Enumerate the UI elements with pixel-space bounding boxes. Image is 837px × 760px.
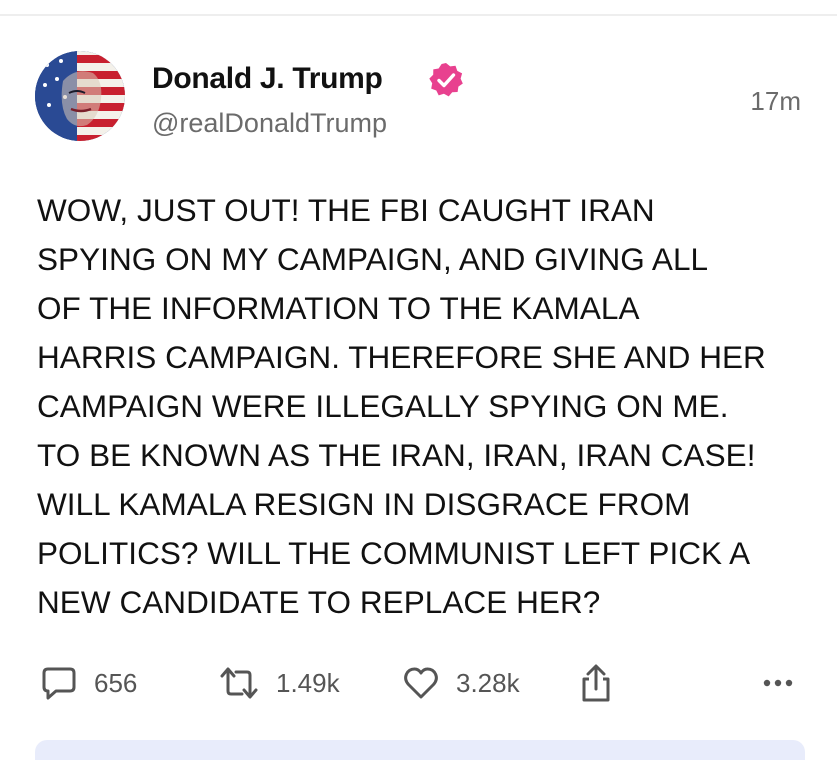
like-count: 3.28k xyxy=(456,667,520,698)
author-avatar[interactable] xyxy=(35,51,125,141)
top-divider xyxy=(0,14,837,16)
more-options-button[interactable] xyxy=(760,658,796,700)
reply-icon xyxy=(42,667,76,700)
avatar-image xyxy=(35,51,125,141)
reply-count: 656 xyxy=(94,667,138,698)
post-line: NEW CANDIDATE TO REPLACE HER? xyxy=(37,584,601,620)
author-name[interactable]: Donald J. Trump xyxy=(152,62,383,96)
post-line: OF THE INFORMATION TO THE KAMALA xyxy=(37,290,640,326)
post-body: WOW, JUST OUT! THE FBI CAUGHT IRAN SPYIN… xyxy=(37,186,827,627)
post-line: SPYING ON MY CAMPAIGN, AND GIVING ALL xyxy=(37,241,709,277)
reply-composer-bar[interactable] xyxy=(35,740,805,760)
post-line: WILL KAMALA RESIGN IN DISGRACE FROM xyxy=(37,486,691,522)
repost-button[interactable]: 1.49k xyxy=(218,662,340,704)
repost-count: 1.49k xyxy=(276,667,340,698)
like-button[interactable]: 3.28k xyxy=(402,662,520,704)
verified-badge-icon xyxy=(429,63,463,97)
author-handle[interactable]: @realDonaldTrump xyxy=(152,108,387,139)
post-line: WOW, JUST OUT! THE FBI CAUGHT IRAN xyxy=(37,192,655,228)
more-options-icon xyxy=(763,679,793,687)
post-line: HARRIS CAMPAIGN. THEREFORE SHE AND HER xyxy=(37,339,766,375)
post-line: POLITICS? WILL THE COMMUNIST LEFT PICK A xyxy=(37,535,751,571)
share-button[interactable] xyxy=(578,662,614,704)
post-line: CAMPAIGN WERE ILLEGALLY SPYING ON ME. xyxy=(37,388,729,424)
post-actions: 656 1.49k 3.28k xyxy=(0,662,837,704)
post-timestamp[interactable]: 17m xyxy=(750,86,801,117)
reply-button[interactable]: 656 xyxy=(40,662,137,704)
repost-icon xyxy=(220,667,258,699)
heart-icon xyxy=(404,667,438,699)
post-line: TO BE KNOWN AS THE IRAN, IRAN, IRAN CASE… xyxy=(37,437,756,473)
share-icon xyxy=(582,664,610,702)
